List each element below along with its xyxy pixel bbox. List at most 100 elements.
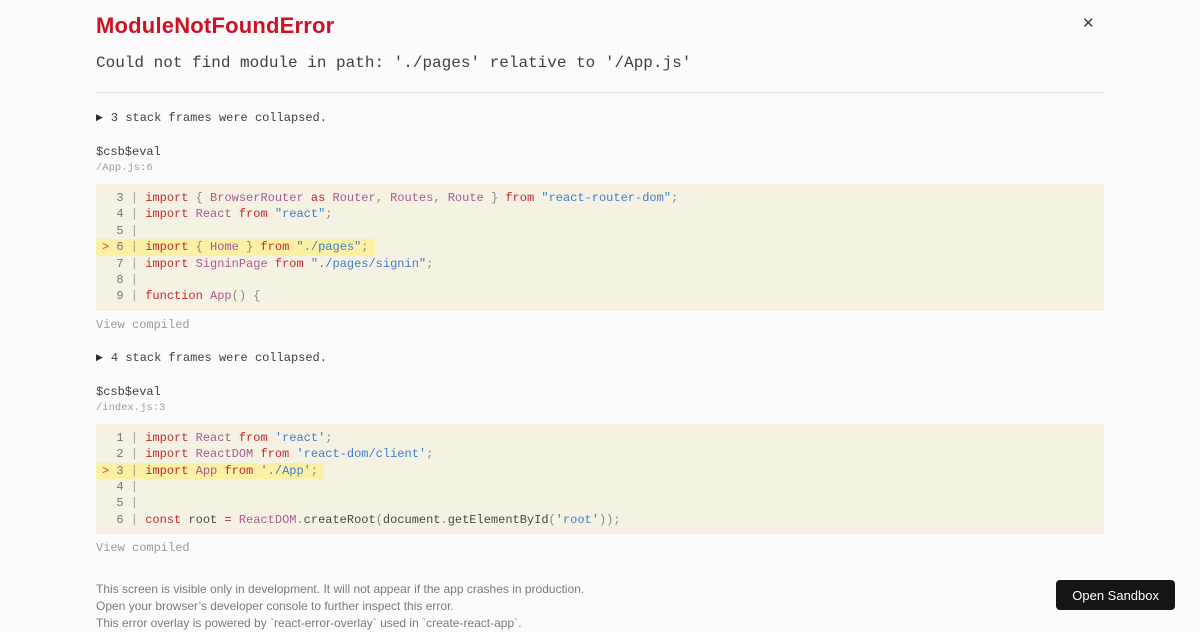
code-token: ; [426,256,434,271]
line-separator: | [123,191,146,205]
code-token: ( [375,512,383,527]
code-line: 6 | const root = ReactDOM.createRoot(doc… [96,512,1104,528]
code-line: 5 | [96,495,1104,511]
code-token: as [303,191,333,205]
code-token: "./pages/signin" [310,256,427,271]
code-token: BrowserRouter [210,191,304,205]
error-line-marker [102,289,116,303]
code-token: createRoot [303,512,376,527]
code-token: App [195,463,218,478]
code-token: ; [325,207,333,222]
code-line-content: 2 | import ReactDOM from 'react-dom/clie… [96,446,439,462]
code-token: 'root' [555,512,599,527]
code-token: ; [310,463,319,478]
code-token: ; [325,430,333,445]
error-line-marker [102,224,116,238]
code-token: App [210,289,232,304]
code-line: 4 | [96,479,1104,495]
code-token: ReactDOM [238,512,297,527]
code-token: ; [671,191,679,205]
code-token: "react" [274,207,326,222]
code-line: > 6 | import { Home } from "./pages"; [96,239,1104,256]
line-number: 6 [116,512,124,527]
line-separator: | [123,479,146,494]
code-token: getElementById [447,512,549,527]
code-line-content: 1 | import React from 'react'; [96,430,339,446]
error-line-marker [102,431,116,445]
code-token: } [238,240,261,255]
code-token: Routes [390,191,434,205]
code-line: 3 | import { BrowserRouter as Router, Ro… [96,190,1104,206]
code-token: const [145,512,182,527]
code-token: . [440,512,448,527]
error-line-marker [102,496,116,510]
error-line-marker [102,447,116,461]
line-number: 3 [116,463,124,478]
code-line-content: 8 | [96,272,151,288]
line-number: 5 [116,223,124,238]
footer-note-console: Open your browser’s developer console to… [96,599,454,614]
code-token: "react-router-dom" [541,191,671,205]
code-line-content: 5 | [96,495,151,511]
line-number: 2 [116,447,124,462]
code-line-content: 3 | import { BrowserRouter as Router, Ro… [96,190,684,206]
code-line: 2 | import ReactDOM from 'react-dom/clie… [96,446,1104,462]
code-token: () { [231,289,261,304]
code-token: function [145,289,203,304]
line-number: 6 [116,240,124,255]
code-token: from [231,207,275,222]
collapsed-frames-toggle[interactable]: ▶ 4 stack frames were collapsed. [96,352,1104,364]
code-token: } [483,191,506,205]
error-line-marker: > [102,240,117,255]
open-sandbox-button[interactable]: Open Sandbox [1056,580,1175,610]
code-line: 9 | function App() { [96,288,1104,304]
view-compiled-link[interactable]: View compiled [96,319,190,331]
code-line: 4 | import React from "react"; [96,206,1104,222]
line-separator: | [123,289,146,304]
divider [96,92,1104,93]
view-compiled-link[interactable]: View compiled [96,542,190,554]
code-token: from [260,240,290,255]
footer-note-overlay: This error overlay is powered by `react-… [96,616,522,631]
code-frame: 1 | import React from 'react'; 2 | impor… [96,423,1104,535]
error-line-marker [102,257,116,271]
code-token: Route [447,191,484,205]
code-line-content: 4 | import React from "react"; [96,206,339,222]
footer-note-development: This screen is visible only in developme… [96,582,585,597]
code-token: import [145,256,189,271]
error-line-marker [102,480,116,494]
code-token: ; [426,447,434,462]
code-token: document [382,512,441,527]
stack-frame-section: ▶ 3 stack frames were collapsed. $csb$eval… [96,112,1104,333]
code-token: Home [210,240,239,255]
code-line-content: 4 | [96,479,151,495]
code-token: import [145,191,189,205]
code-token: import [145,463,189,478]
code-token: ; [361,240,369,255]
code-token: import [145,430,189,445]
line-separator: | [123,430,146,445]
collapsed-frames-toggle[interactable]: ▶ 3 stack frames were collapsed. [96,112,1104,124]
line-separator: | [123,512,146,527]
code-line: 1 | import React from 'react'; [96,430,1104,446]
code-line-content: > 6 | import { Home } from "./pages"; [96,239,375,256]
collapsed-frames-label: 4 stack frames were collapsed. [110,350,327,365]
line-number: 4 [116,207,124,222]
code-token: import [145,447,189,462]
line-number: 3 [116,191,124,205]
code-token: root [181,512,225,527]
line-separator: | [123,272,146,287]
frame-function-name: $csb$eval [96,145,161,159]
code-token: 'react-dom/client' [296,447,427,462]
line-number: 8 [116,272,124,287]
code-token: , [375,191,391,205]
stack-frame-section: ▶ 4 stack frames were collapsed. $csb$eval… [96,352,1104,556]
code-line: > 3 | import App from './App'; [96,462,1104,479]
code-token: React [195,207,232,222]
line-separator: | [123,496,146,511]
line-number: 5 [116,496,124,511]
